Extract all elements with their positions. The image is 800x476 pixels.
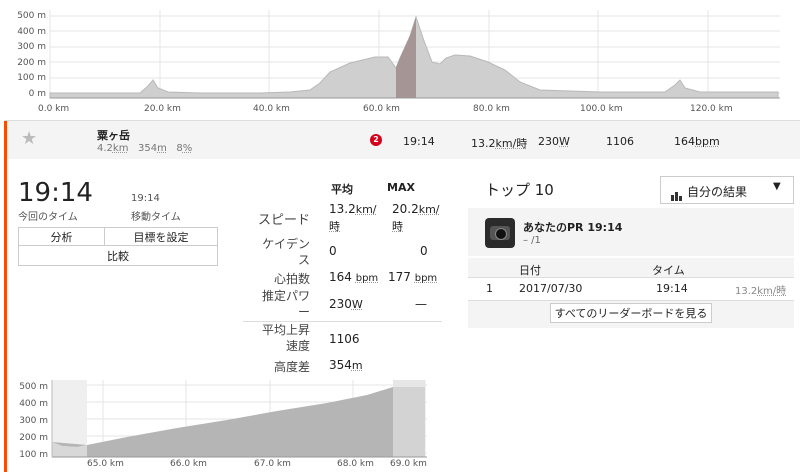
leaderboard-table: 日付 タイム 1 2017/07/30 19:14 13.2km/時 すべてのリ… bbox=[468, 258, 794, 328]
segment-row[interactable]: ★ 粟ヶ岳 4.2km 354m 8% 2 19:14 13.2km/時 230… bbox=[7, 121, 800, 159]
grade-unit: % bbox=[183, 143, 193, 154]
y-tick: 200 m bbox=[7, 430, 48, 447]
vam-label: 平均上昇速度 bbox=[262, 322, 310, 354]
y-tick: 400 m bbox=[7, 396, 48, 413]
y-tick: 300 m bbox=[7, 413, 48, 430]
segment-distance: 4.2 bbox=[97, 143, 113, 154]
rank-badge-label: 2 bbox=[373, 135, 379, 144]
power-avg: 230 bbox=[329, 297, 352, 311]
pr-rank: – /1 bbox=[523, 235, 541, 246]
x-tick: 80.0 km bbox=[473, 104, 510, 114]
distance-unit: km bbox=[113, 143, 129, 154]
segment-speed: 13.2 bbox=[471, 137, 496, 150]
col-time: タイム bbox=[652, 262, 685, 278]
row-rank: 1 bbox=[486, 282, 493, 295]
x-tick: 68.0 km bbox=[337, 459, 374, 469]
avg-header: 平均 bbox=[331, 181, 353, 197]
power-label: 推定パワー bbox=[262, 288, 310, 320]
pr-title: あなたのPR 19:14 bbox=[523, 219, 622, 235]
speed-max: 20.2 bbox=[392, 202, 419, 216]
x-tick: 69.0 km bbox=[390, 459, 427, 469]
leaderboard-title: トップ 10 bbox=[485, 179, 554, 200]
segment-name[interactable]: 粟ヶ岳 bbox=[97, 127, 130, 143]
row-speed-unit: km/時 bbox=[757, 286, 786, 297]
max-header: MAX bbox=[387, 181, 415, 194]
bar-chart-icon bbox=[671, 186, 683, 196]
star-icon[interactable]: ★ bbox=[21, 128, 37, 149]
x-tick: 65.0 km bbox=[87, 459, 124, 469]
power-unit: W bbox=[559, 135, 570, 148]
segment-power: 230 bbox=[538, 135, 559, 148]
elev-unit: m bbox=[157, 143, 167, 154]
y-tick: 200 m bbox=[0, 56, 46, 72]
x-tick: 60.0 km bbox=[363, 104, 400, 114]
see-all-leaderboards-button[interactable]: すべてのリーダーボードを見る bbox=[550, 303, 712, 323]
hr-label: 心拍数 bbox=[250, 270, 310, 287]
speed-label: スピード bbox=[250, 209, 310, 228]
set-goal-button[interactable]: 目標を設定 bbox=[104, 227, 218, 246]
segment-elevation-svg bbox=[7, 375, 427, 472]
cadence-avg: 0 bbox=[329, 244, 337, 258]
moving-time-label: 移動タイム bbox=[131, 208, 181, 223]
hr-max-unit: bpm bbox=[415, 273, 437, 284]
elev-avg: 354 bbox=[329, 358, 352, 372]
elevation-profile-chart[interactable]: 500 m 400 m 300 m 200 m 100 m 0 m 0.0 km… bbox=[0, 0, 800, 120]
current-time-label: 今回のタイム bbox=[18, 208, 78, 223]
hr-avg-unit: bpm bbox=[356, 273, 378, 284]
x-tick: 0.0 km bbox=[38, 104, 69, 114]
analysis-button[interactable]: 分析 bbox=[18, 227, 105, 246]
x-tick: 120.0 km bbox=[690, 104, 733, 114]
pr-card: あなたのPR 19:14 – /1 bbox=[468, 208, 794, 256]
elev-label: 高度差 bbox=[250, 358, 310, 375]
segment-time: 19:14 bbox=[403, 135, 435, 148]
y-tick: 100 m bbox=[7, 447, 48, 464]
x-tick: 67.0 km bbox=[254, 459, 291, 469]
row-date: 2017/07/30 bbox=[519, 282, 582, 295]
hr-max: 177 bbox=[388, 270, 411, 284]
x-tick: 66.0 km bbox=[170, 459, 207, 469]
x-tick: 20.0 km bbox=[144, 104, 181, 114]
hr-unit: bpm bbox=[695, 135, 720, 148]
y-tick: 100 m bbox=[0, 71, 46, 87]
x-tick: 100.0 km bbox=[580, 104, 623, 114]
segment-elev: 354 bbox=[138, 143, 157, 154]
segment-vam: 1106 bbox=[606, 135, 634, 148]
y-tick: 500 m bbox=[7, 379, 48, 396]
moving-time: 19:14 bbox=[131, 193, 160, 204]
caret-down-icon: ▼ bbox=[773, 181, 781, 192]
y-tick: 300 m bbox=[0, 40, 46, 56]
speed-avg: 13.2 bbox=[329, 202, 356, 216]
rank-badge: 2 bbox=[370, 134, 382, 146]
power-avg-unit: W bbox=[352, 298, 363, 311]
y-tick: 500 m bbox=[0, 9, 46, 25]
vam-avg: 1106 bbox=[329, 332, 360, 346]
row-time: 19:14 bbox=[656, 282, 688, 295]
segment-hr: 164 bbox=[674, 135, 695, 148]
current-time: 19:14 bbox=[18, 178, 93, 208]
power-max: — bbox=[415, 297, 427, 311]
col-date: 日付 bbox=[519, 262, 541, 278]
cadence-max: 0 bbox=[420, 244, 428, 258]
elevation-profile-svg bbox=[0, 0, 800, 120]
my-results-dropdown[interactable]: 自分の結果 ▼ bbox=[660, 176, 794, 204]
x-tick: 40.0 km bbox=[253, 104, 290, 114]
segment-elevation-chart[interactable]: 500 m 400 m 300 m 200 m 100 m 65.0 km 66… bbox=[7, 375, 427, 472]
dropdown-label: 自分の結果 bbox=[687, 183, 747, 200]
elev-avg-unit: m bbox=[352, 359, 363, 372]
hr-avg: 164 bbox=[329, 270, 352, 284]
cadence-label: ケイデンス bbox=[258, 236, 310, 268]
y-tick: 0 m bbox=[0, 87, 46, 103]
row-speed: 13.2 bbox=[735, 286, 757, 297]
y-tick: 400 m bbox=[0, 25, 46, 41]
speed-unit: km/時 bbox=[496, 137, 528, 150]
avatar[interactable] bbox=[485, 218, 515, 248]
compare-button[interactable]: 比較 bbox=[18, 245, 218, 266]
table-row[interactable]: 1 2017/07/30 19:14 13.2km/時 bbox=[468, 277, 794, 301]
